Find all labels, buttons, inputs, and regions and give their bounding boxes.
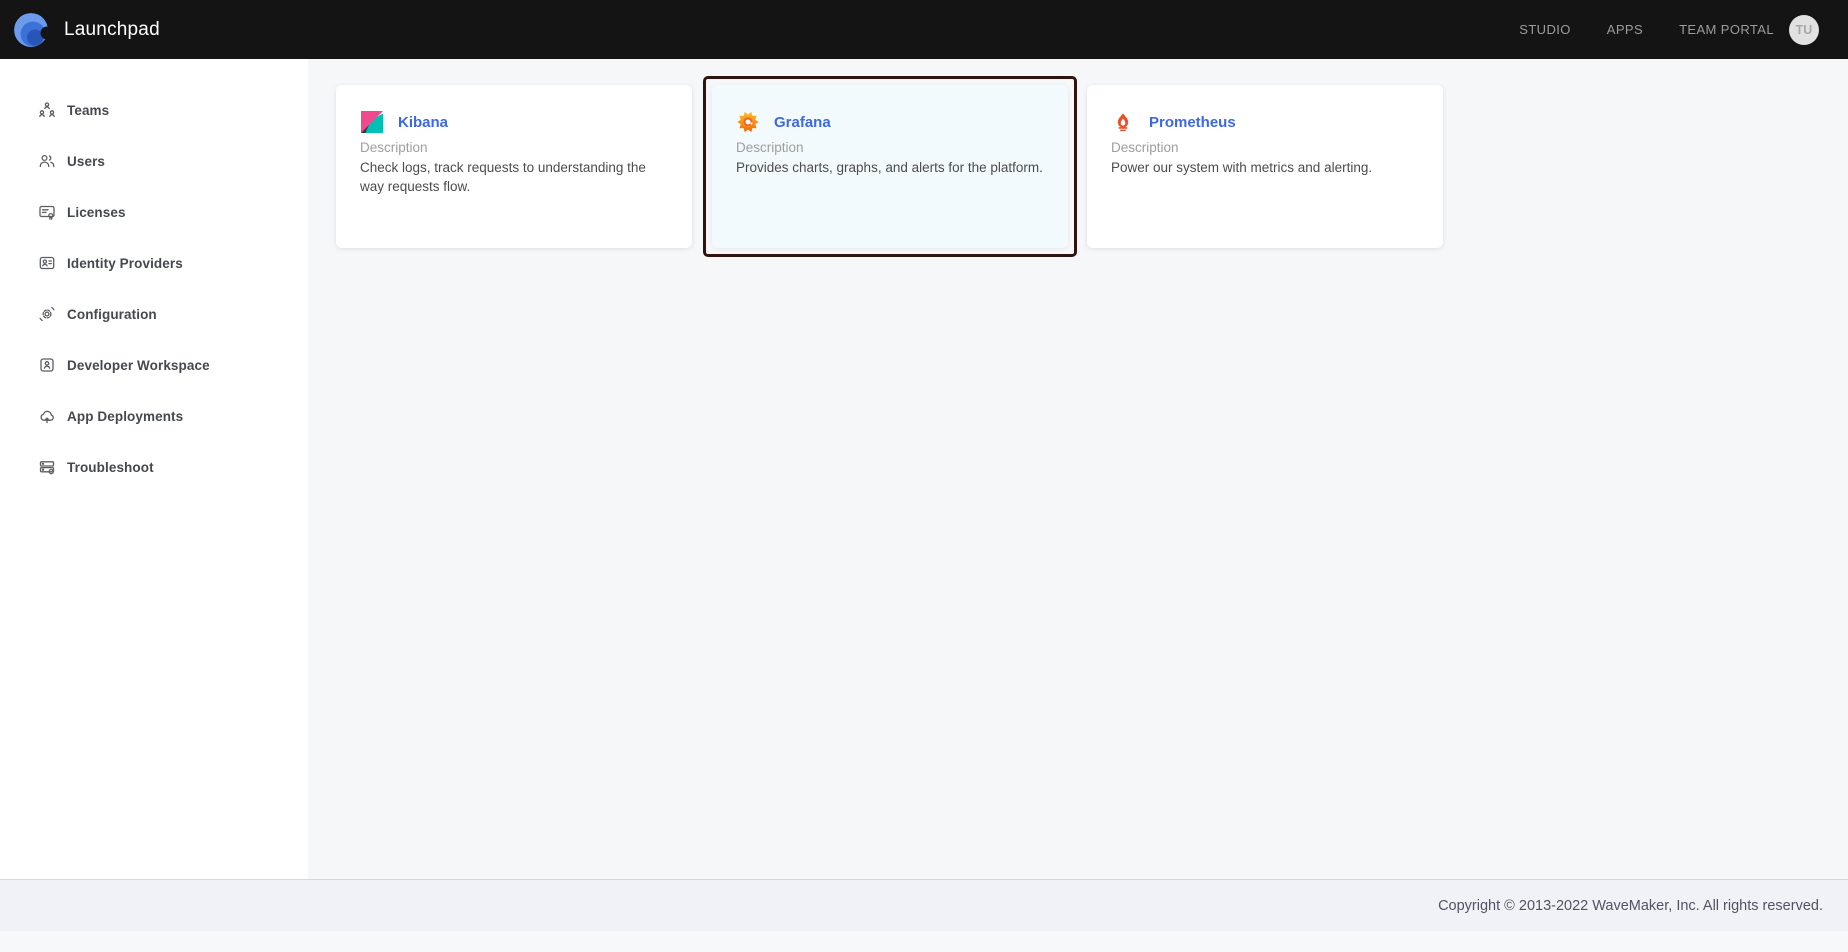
- footer: Copyright © 2013-2022 WaveMaker, Inc. Al…: [0, 879, 1848, 931]
- card-header: Grafana: [736, 109, 1044, 135]
- sidebar-item-developer-workspace[interactable]: Developer Workspace: [0, 351, 308, 379]
- sidebar-item-troubleshoot[interactable]: Troubleshoot: [0, 453, 308, 481]
- sidebar-item-label: Teams: [67, 103, 109, 118]
- nav-apps[interactable]: APPS: [1607, 22, 1643, 37]
- bottom-strip: [0, 931, 1848, 952]
- body-row: Teams Users: [0, 59, 1848, 879]
- wavemaker-logo-icon[interactable]: [14, 13, 48, 47]
- sidebar-item-label: App Deployments: [67, 409, 183, 424]
- sidebar-item-label: Users: [67, 154, 105, 169]
- grafana-logo-icon: [736, 109, 760, 135]
- card-title-link[interactable]: Grafana: [774, 114, 831, 131]
- card-header: Kibana: [360, 109, 668, 135]
- sidebar-item-licenses[interactable]: Licenses: [0, 198, 308, 226]
- nav-studio[interactable]: STUDIO: [1519, 22, 1571, 37]
- selected-card-outline: Grafana Description Provides charts, gra…: [703, 76, 1077, 257]
- description-label: Description: [1111, 140, 1419, 155]
- sidebar-item-label: Developer Workspace: [67, 358, 210, 373]
- description-text: Provides charts, graphs, and alerts for …: [736, 158, 1044, 177]
- main-content: Kibana Description Check logs, track req…: [308, 59, 1848, 879]
- app-card-grafana[interactable]: Grafana Description Provides charts, gra…: [712, 85, 1068, 248]
- app-deployments-icon: [38, 407, 56, 425]
- app-cards-row: Kibana Description Check logs, track req…: [336, 85, 1848, 257]
- identity-providers-icon: [38, 254, 56, 272]
- users-icon: [38, 152, 56, 170]
- sidebar-item-app-deployments[interactable]: App Deployments: [0, 402, 308, 430]
- app-card-prometheus[interactable]: Prometheus Description Power our system …: [1087, 85, 1443, 248]
- troubleshoot-icon: [38, 458, 56, 476]
- kibana-logo-icon: [360, 109, 384, 135]
- card-header: Prometheus: [1111, 109, 1419, 135]
- configuration-icon: [38, 305, 56, 323]
- top-header: Launchpad STUDIO APPS TEAM PORTAL TU: [0, 0, 1848, 59]
- description-label: Description: [736, 140, 1044, 155]
- sidebar: Teams Users: [0, 59, 308, 879]
- developer-workspace-icon: [38, 356, 56, 374]
- teams-icon: [38, 101, 56, 119]
- description-text: Check logs, track requests to understand…: [360, 158, 668, 196]
- sidebar-item-users[interactable]: Users: [0, 147, 308, 175]
- description-label: Description: [360, 140, 668, 155]
- app-title: Launchpad: [64, 19, 160, 41]
- sidebar-item-teams[interactable]: Teams: [0, 96, 308, 124]
- sidebar-item-identity-providers[interactable]: Identity Providers: [0, 249, 308, 277]
- launchpad-app: Launchpad STUDIO APPS TEAM PORTAL TU Tea…: [0, 0, 1848, 952]
- sidebar-item-label: Licenses: [67, 205, 126, 220]
- sidebar-item-configuration[interactable]: Configuration: [0, 300, 308, 328]
- top-nav: STUDIO APPS TEAM PORTAL TU: [1483, 15, 1819, 45]
- prometheus-logo-icon: [1111, 109, 1135, 135]
- user-avatar[interactable]: TU: [1789, 15, 1819, 45]
- licenses-icon: [38, 203, 56, 221]
- card-title-link[interactable]: Kibana: [398, 114, 448, 131]
- app-card-kibana[interactable]: Kibana Description Check logs, track req…: [336, 85, 692, 248]
- sidebar-item-label: Troubleshoot: [67, 460, 154, 475]
- nav-team-portal[interactable]: TEAM PORTAL: [1679, 22, 1774, 37]
- card-title-link[interactable]: Prometheus: [1149, 114, 1236, 131]
- sidebar-item-label: Configuration: [67, 307, 157, 322]
- copyright-text: Copyright © 2013-2022 WaveMaker, Inc. Al…: [1438, 898, 1823, 914]
- description-text: Power our system with metrics and alerti…: [1111, 158, 1419, 177]
- sidebar-item-label: Identity Providers: [67, 256, 183, 271]
